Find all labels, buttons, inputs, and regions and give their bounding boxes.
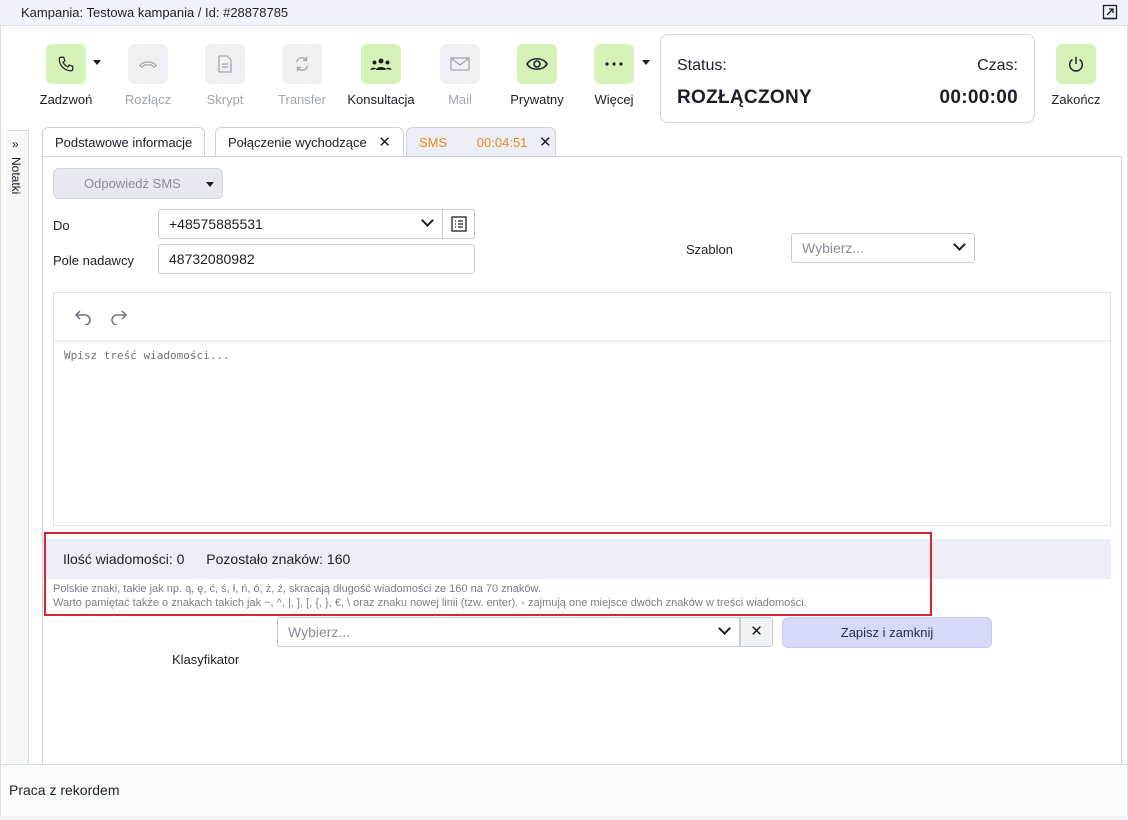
chevron-down-icon[interactable] [421, 214, 434, 227]
mail-icon [440, 44, 480, 84]
to-field[interactable]: +48575885531 [158, 209, 443, 239]
to-label: Do [53, 218, 70, 233]
classifier-label: Klasyfikator [172, 652, 240, 667]
transfer-button-label: Transfer [278, 92, 326, 107]
close-icon[interactable]: ✕ [539, 128, 552, 158]
more-options-caret[interactable] [642, 60, 650, 65]
tab-outgoing-call[interactable]: Połączenie wychodzące ✕ [215, 127, 404, 157]
save-and-close-button[interactable]: Zapisz i zamknij [782, 617, 992, 648]
record-footer[interactable]: Praca z rekordem [1, 764, 1127, 816]
call-button[interactable]: Zadzwoń [21, 44, 111, 107]
tab-sms[interactable]: SMS 00:04:51 ✕ [406, 127, 556, 157]
template-placeholder: Wybierz... [802, 240, 865, 256]
classifier-placeholder: Wybierz... [288, 624, 351, 640]
call-button-label: Zadzwoń [39, 92, 93, 107]
message-placeholder: Wpisz treść wiadomości... [64, 349, 230, 362]
time-value: 00:00:00 [939, 87, 1018, 108]
tab-basic-info-label: Podstawowe informacje [55, 135, 193, 150]
consultation-button-label: Konsultacja [347, 92, 415, 107]
more-button[interactable]: Więcej [569, 44, 659, 107]
end-button[interactable]: Zakończ [1031, 44, 1121, 107]
status-label: Status: [677, 57, 727, 74]
sms-reply-label: Odpowiedź SMS [84, 176, 181, 191]
dropdown-caret-icon [206, 182, 214, 187]
sms-panel: Odpowiedź SMS Do +48575885531 Pole nadaw… [42, 156, 1122, 766]
script-icon [205, 44, 245, 84]
status-value: ROZŁĄCZONY [677, 87, 812, 108]
undo-icon[interactable] [74, 309, 92, 325]
phone-icon [46, 44, 86, 84]
to-value: +48575885531 [169, 216, 263, 232]
redo-icon[interactable] [110, 309, 128, 325]
transfer-icon [282, 44, 322, 84]
notes-label: Notatki [9, 157, 23, 195]
popout-icon[interactable] [1102, 4, 1118, 20]
close-icon[interactable]: ✕ [378, 128, 391, 158]
consultation-icon [361, 44, 401, 84]
sms-reply-button[interactable]: Odpowiedź SMS [53, 168, 223, 199]
sender-label: Pole nadawcy [53, 253, 134, 268]
sender-field[interactable]: 48732080982 [158, 244, 475, 274]
contacts-list-button[interactable] [442, 209, 475, 239]
expand-chevron-icon[interactable]: » [12, 137, 19, 151]
template-select[interactable]: Wybierz... [791, 233, 975, 263]
call-status-panel: Status: ROZŁĄCZONY Czas: 00:00:00 [660, 34, 1035, 123]
footer-label: Praca z rekordem [9, 782, 120, 798]
highlight-frame [44, 532, 932, 616]
notes-side-panel[interactable]: » Notatki [7, 130, 29, 766]
eye-icon [517, 44, 557, 84]
clear-classifier-button[interactable]: ✕ [740, 617, 773, 647]
chevron-down-icon[interactable] [718, 622, 731, 635]
tab-basic-info[interactable]: Podstawowe informacje [42, 127, 206, 157]
sms-timer: 00:04:51 [476, 135, 528, 150]
tab-outgoing-call-label: Połączenie wychodzące [228, 135, 367, 150]
list-icon [451, 216, 467, 232]
end-button-label: Zakończ [1051, 92, 1101, 107]
sender-value: 48732080982 [169, 251, 255, 267]
template-label: Szablon [686, 242, 733, 257]
editor-toolbar [54, 293, 1110, 341]
transfer-button[interactable]: Transfer [257, 44, 347, 107]
message-editor[interactable]: Wpisz treść wiadomości... [53, 292, 1111, 526]
chevron-down-icon[interactable] [953, 238, 966, 251]
hangup-icon [128, 44, 168, 84]
call-options-caret[interactable] [93, 60, 101, 65]
tab-sms-label: SMS [419, 135, 448, 150]
window-title: Kampania: Testowa kampania / Id: #288787… [21, 5, 289, 20]
close-icon: ✕ [750, 623, 763, 640]
title-bar: Kampania: Testowa kampania / Id: #288787… [0, 0, 1128, 26]
more-button-label: Więcej [594, 92, 634, 107]
consultation-button[interactable]: Konsultacja [336, 44, 426, 107]
save-and-close-label: Zapisz i zamknij [840, 625, 934, 640]
power-icon [1056, 44, 1096, 84]
classifier-select[interactable]: Wybierz... [277, 617, 740, 647]
call-window: Zadzwoń Rozłącz Skrypt Transfer Konsulta… [0, 26, 1128, 816]
more-icon [594, 44, 634, 84]
time-label: Czas: [977, 57, 1018, 74]
